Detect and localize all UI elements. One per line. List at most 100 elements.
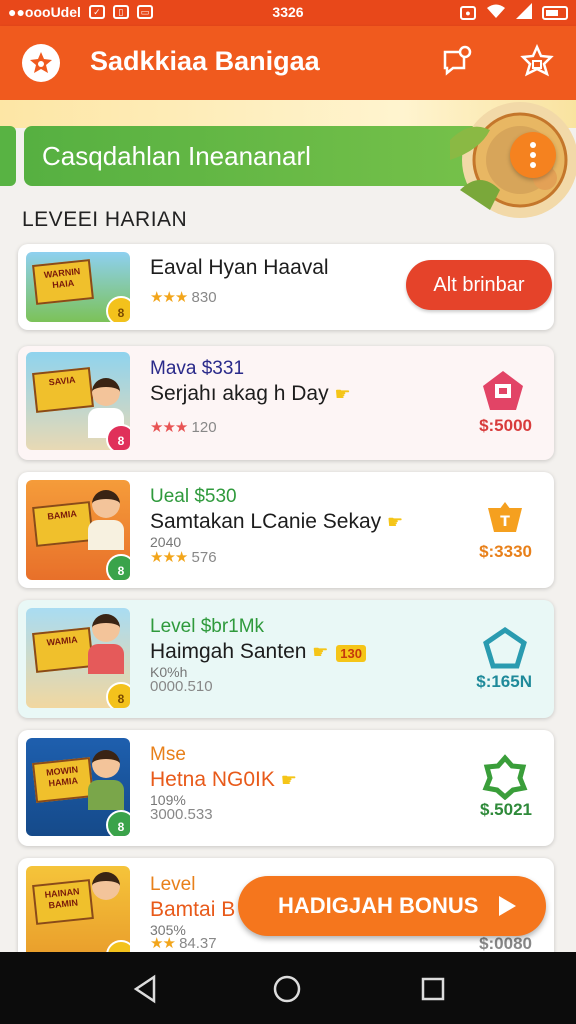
level-badge: 8	[106, 424, 130, 450]
star-logo-icon	[30, 52, 52, 73]
wifi-icon	[486, 3, 506, 22]
level-stats: ★★★ 830	[150, 288, 217, 306]
star-rating: ★★	[150, 935, 176, 952]
svg-text:T: T	[500, 514, 510, 530]
reward-gift-icon	[483, 371, 523, 410]
dot-icon	[530, 152, 536, 158]
reward-price: $:165N	[476, 672, 532, 691]
lock-icon: ●	[460, 5, 476, 20]
character-body	[88, 520, 124, 550]
pointer-icon: ☛	[312, 642, 329, 662]
star-rating: ★★★	[150, 419, 188, 436]
level-thumbnail: WAMIA 8	[26, 608, 130, 708]
level-label: Mse	[150, 744, 186, 765]
level-name: Haimgah Santen	[150, 640, 307, 663]
level-card[interactable]: MOWIN HAMIA 8 Mse Hetna NG0IK ☛ 109% 300…	[18, 730, 554, 846]
thumbnail-sign: BAMIA	[32, 501, 94, 547]
level-stats: ★★★ 576	[150, 548, 217, 566]
dot-icon	[530, 142, 536, 148]
thumbnail-sign: WARNIN HAIA	[32, 259, 94, 305]
reward-badge-icon	[483, 626, 527, 669]
recent-apps-icon[interactable]	[418, 974, 448, 1004]
battery-icon	[542, 5, 568, 20]
app-bar: Sadkkiaa Banigaa	[0, 26, 576, 100]
reward-flower-icon	[482, 754, 528, 800]
stat-value: 3000.533	[150, 806, 213, 823]
dot-icon	[530, 162, 536, 168]
app-title: Sadkkiaa Banigaa	[90, 46, 320, 76]
star-rating: ★★★	[150, 549, 188, 566]
level-stats: ★★ 84.37	[150, 934, 217, 952]
level-name: Bamtai B	[150, 898, 236, 921]
level-name-row: Haimgah Santen ☛ 130	[150, 640, 366, 664]
level-name: Serjahı akag h Day	[150, 382, 329, 405]
level-label: Mava $331	[150, 358, 245, 379]
level-stats: ★★★ 120	[150, 418, 217, 436]
reward-cup-icon: T	[488, 502, 522, 532]
stat-value: 576	[191, 549, 217, 566]
chat-icon	[443, 45, 472, 76]
pointer-icon: ☛	[280, 770, 297, 790]
banner-text: Casqdahlan Ineananarl	[42, 141, 311, 171]
level-badge: 8	[106, 554, 130, 580]
level-label: Level $br1Mk	[150, 616, 265, 637]
thumbnail-sign: MOWIN HAMIA	[32, 757, 94, 803]
app-logo[interactable]	[22, 44, 60, 82]
thumbnail-sign: HAINAN BAMIN	[32, 879, 94, 925]
level-thumbnail: MOWIN HAMIA 8	[26, 738, 130, 836]
pointer-icon: ☛	[334, 384, 351, 404]
character-figure	[92, 378, 120, 406]
level-stats: 3000.533	[150, 806, 213, 823]
level-stats: 0000.510	[150, 678, 213, 695]
status-bar: ●●oooUdel ✓ ▯ ▭ 3326 ●	[0, 0, 576, 26]
banner-previous[interactable]	[0, 126, 16, 186]
level-name-row: Samtakan LCanie Sekay ☛	[150, 510, 403, 534]
reward-price: $:5000	[479, 416, 532, 435]
level-label: Ueal $530	[150, 486, 237, 507]
level-card[interactable]: WAMIA 8 Level $br1Mk Haimgah Santen ☛ 13…	[18, 600, 554, 718]
stat-value: 0000.510	[150, 678, 213, 695]
star-house-icon	[520, 43, 554, 77]
level-label: Level	[150, 874, 196, 895]
home-icon[interactable]	[272, 974, 302, 1004]
level-badge: 8	[106, 296, 130, 322]
level-card[interactable]: BAMIA 8 Ueal $530 Samtakan LCanie Sekay …	[18, 472, 554, 588]
character-figure	[92, 750, 120, 778]
level-thumbnail: WARNIN HAIA 8	[26, 252, 130, 322]
play-icon	[499, 896, 516, 916]
character-body	[88, 644, 124, 674]
section-title: LEVEEI HARIAN	[22, 208, 188, 231]
thumbnail-sign: WAMIA	[32, 627, 94, 673]
level-thumbnail: SAVIA 8	[26, 352, 130, 450]
favorites-button[interactable]	[520, 43, 554, 78]
stat-value: 120	[191, 419, 217, 436]
thumbnail-sign: SAVIA	[32, 367, 94, 413]
share-button[interactable]	[440, 44, 474, 78]
level-tag: 130	[336, 645, 366, 662]
level-thumbnail: BAMIA 8	[26, 480, 130, 580]
character-figure	[92, 490, 120, 518]
level-name: Hetna NG0IK	[150, 768, 275, 791]
bonus-button[interactable]: HADIGJAH BONUS	[238, 876, 546, 936]
character-figure	[92, 614, 120, 642]
star-rating: ★★★	[150, 289, 188, 306]
character-body	[88, 780, 124, 810]
level-name: Samtakan LCanie Sekay	[150, 510, 382, 533]
character-figure	[92, 872, 120, 900]
reward-price: $:0080	[479, 934, 532, 953]
level-name: Eaval Hyan Haaval	[150, 256, 329, 279]
level-badge: 8	[106, 810, 130, 836]
back-icon[interactable]	[130, 974, 160, 1004]
stat-value: 830	[191, 289, 217, 306]
reward-price: $:3330	[479, 542, 532, 561]
bonus-label: HADIGJAH BONUS	[278, 893, 479, 918]
level-thumbnail: HAINAN BAMIN 8	[26, 866, 130, 966]
level-name-row: Hetna NG0IK ☛	[150, 768, 297, 792]
stat-value: 84.37	[179, 935, 217, 952]
reward-price: $.5021	[480, 800, 532, 819]
level-card[interactable]: WARNIN HAIA 8 Eaval Hyan Haaval ★★★ 830 …	[18, 244, 554, 330]
more-options-button[interactable]	[510, 132, 556, 178]
level-badge: 8	[106, 682, 130, 708]
join-button[interactable]: Alt brinbar	[406, 260, 552, 310]
level-card[interactable]: SAVIA 8 Mava $331 Serjahı akag h Day ☛ ★…	[18, 346, 554, 460]
